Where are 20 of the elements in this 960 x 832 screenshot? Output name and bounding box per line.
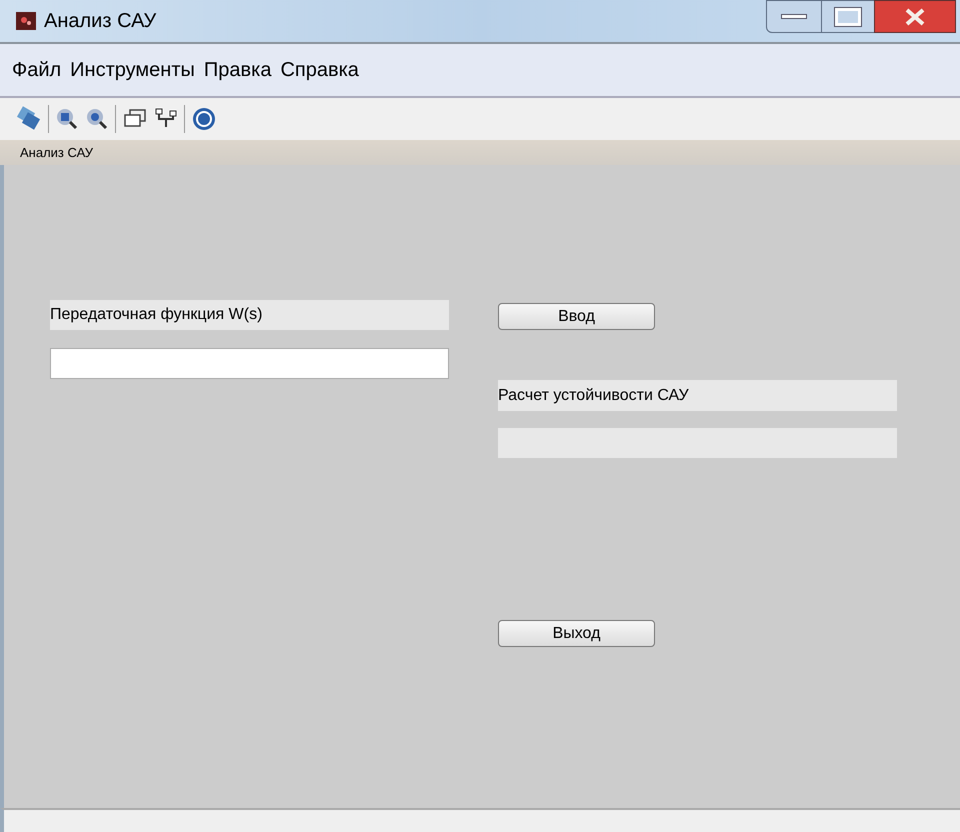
zoom-icon[interactable] [85,107,109,131]
menu-item[interactable]: Справка [280,55,359,85]
menu-item[interactable]: Правка [204,55,272,85]
window-title: Анализ САУ [44,9,156,34]
enter-button[interactable]: Ввод [498,303,655,330]
maximize-button[interactable] [822,0,874,33]
result-label: Расчет устойчивости САУ [498,380,897,411]
transfer-function-field[interactable] [50,348,449,379]
minimize-button[interactable] [766,0,822,33]
close-button[interactable] [874,0,956,33]
app-logo-icon [16,12,36,30]
exit-button[interactable]: Выход [498,620,655,647]
menu-item[interactable]: Инструменты [70,55,195,85]
field-label: Передаточная функция W(s) [50,300,449,330]
close-icon [904,8,926,26]
layers-icon[interactable] [16,106,42,132]
help-icon[interactable] [191,106,217,132]
zoom-grid-icon[interactable] [55,107,79,131]
panel-title: Анализ САУ [20,144,93,162]
menu-item[interactable]: Файл [12,55,62,85]
